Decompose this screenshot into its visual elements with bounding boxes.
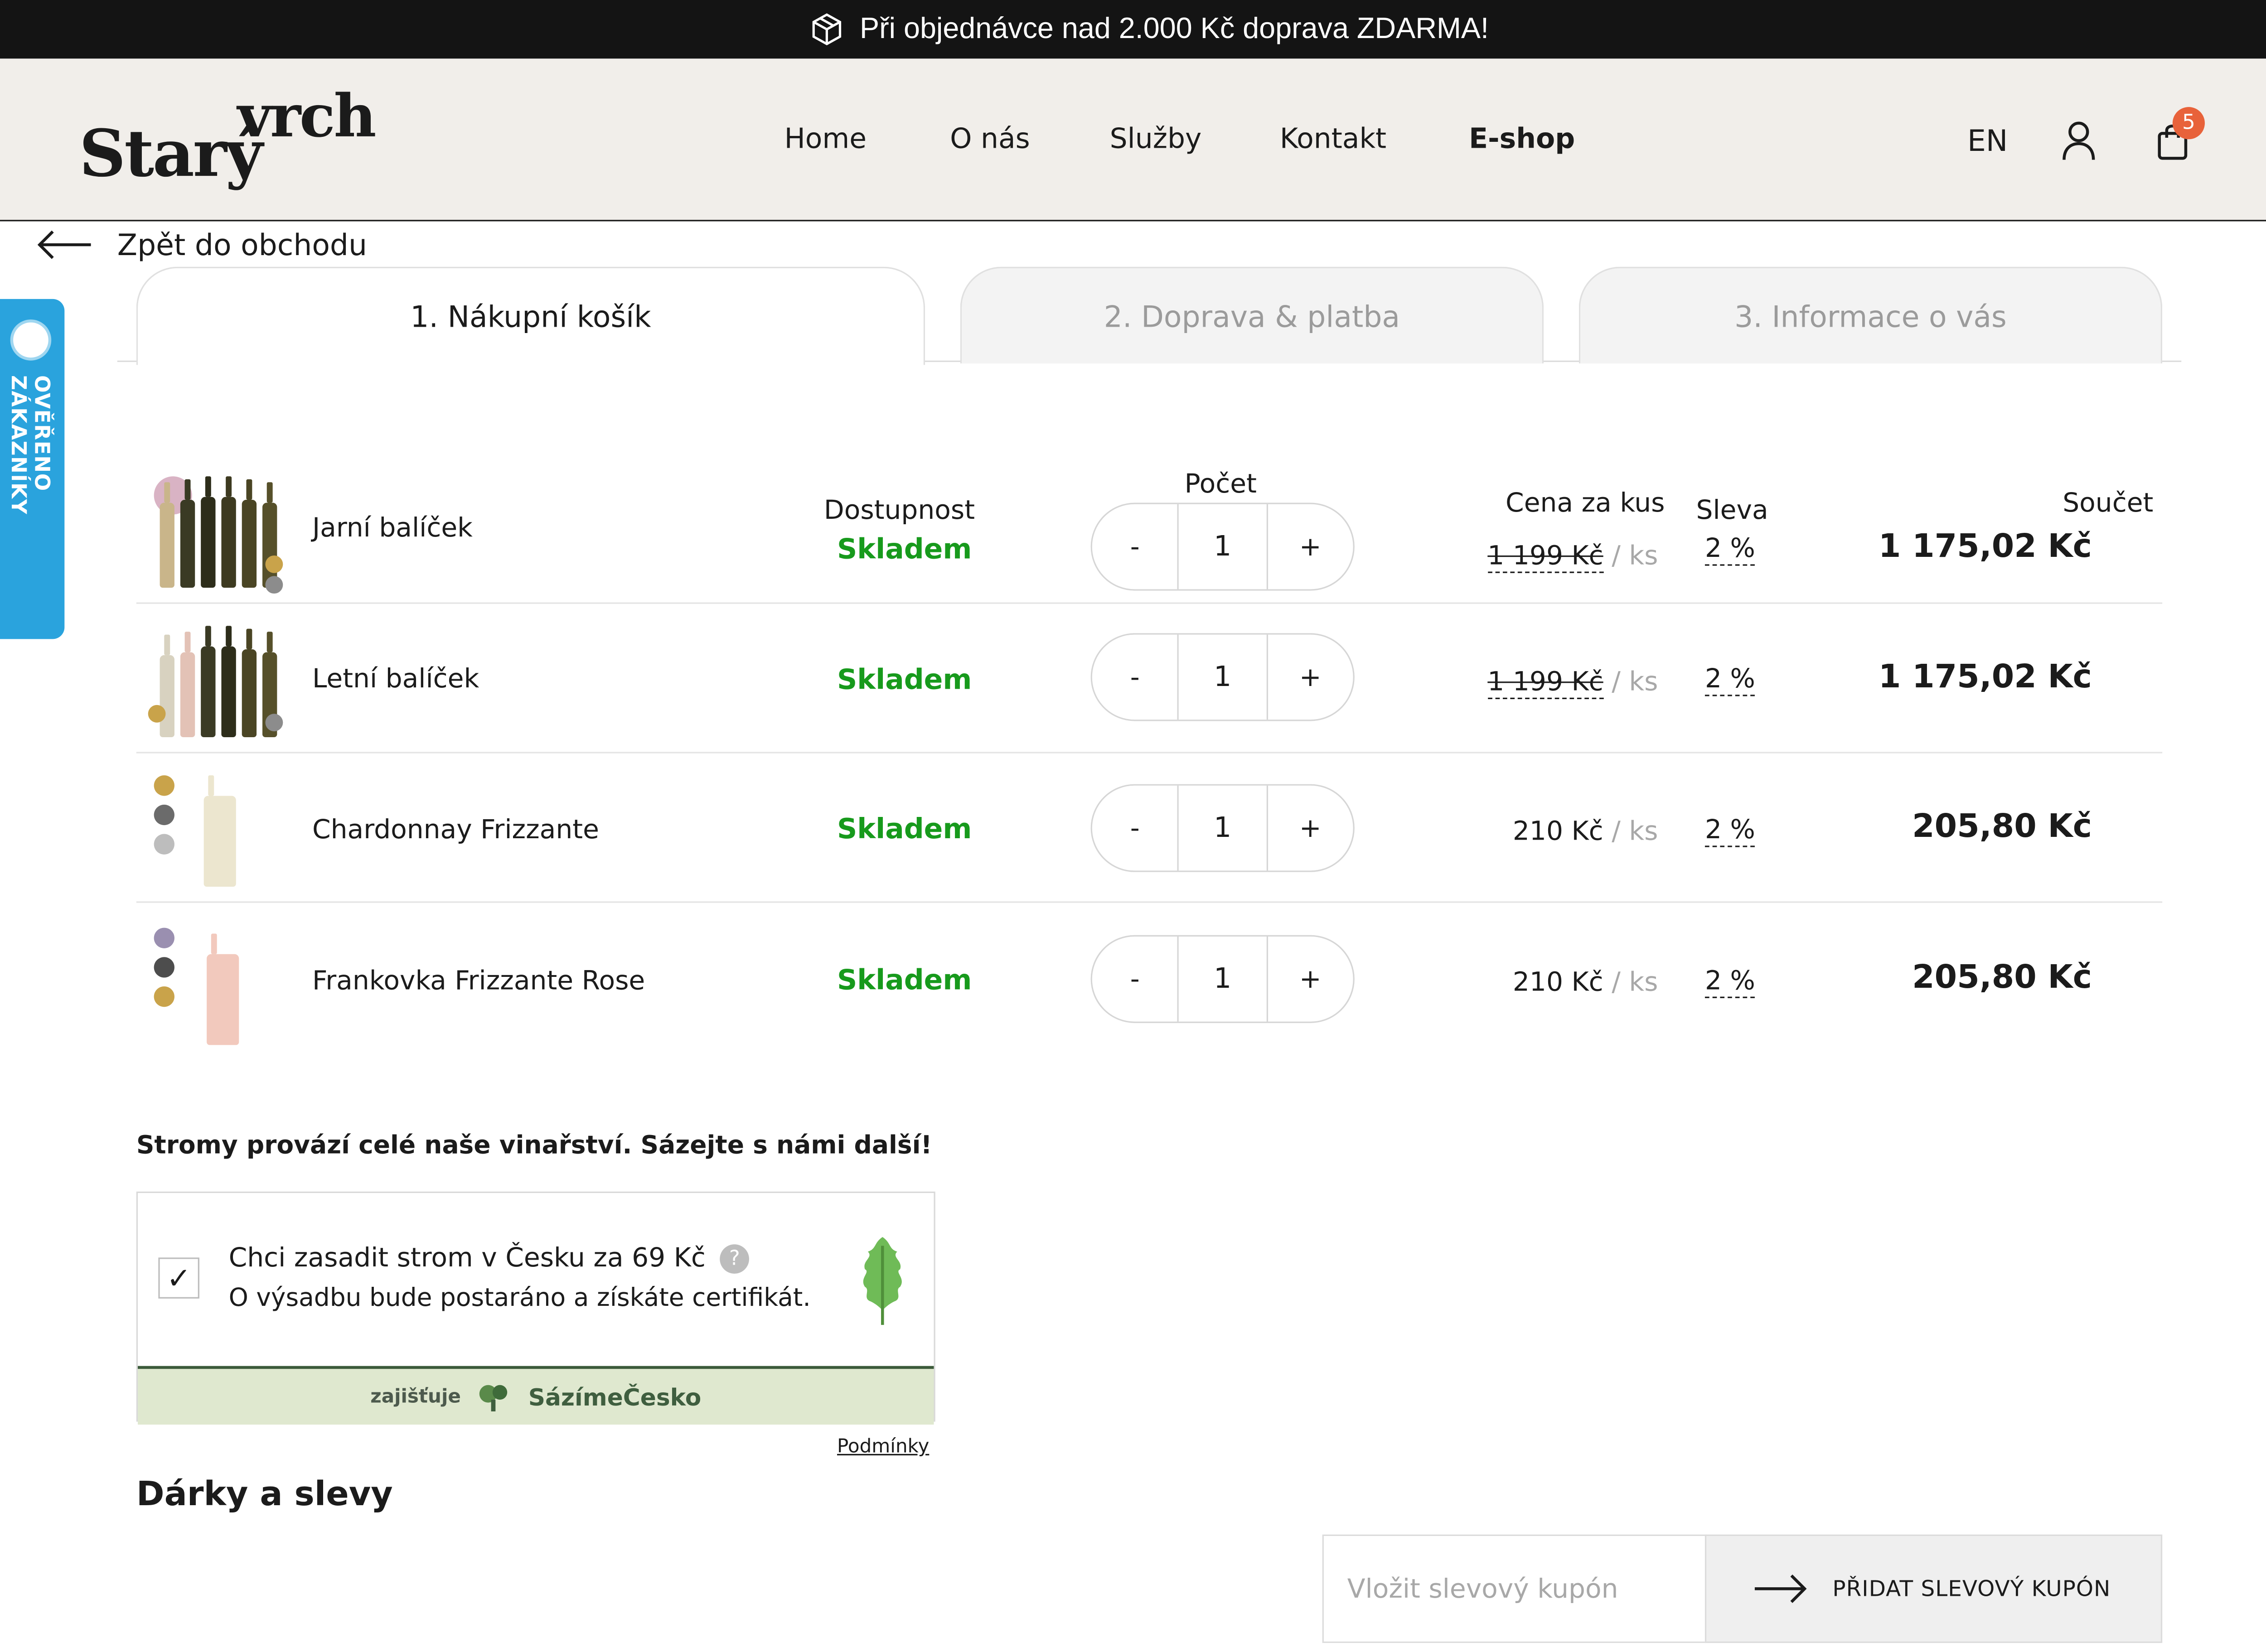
unit-price-value: 210 Kč bbox=[1512, 967, 1603, 998]
quantity-stepper: - 1 + bbox=[1090, 633, 1355, 721]
product-name[interactable]: Jarní balíček bbox=[312, 513, 473, 544]
quantity-decrease-button[interactable]: - bbox=[1092, 635, 1178, 720]
tree-section-title: Stromy provází celé naše vinařství. Sáze… bbox=[136, 1131, 932, 1161]
discount-value[interactable]: 2 % bbox=[1704, 815, 1755, 847]
per-unit-label: / ks bbox=[1612, 816, 1658, 847]
plant-tree-label: Chci zasadit strom v Česku za 69 Kč ? bbox=[229, 1243, 750, 1274]
unit-price: 1 199 Kč / ks bbox=[1487, 667, 1658, 699]
verified-label: OVĚŘENO ZÁKAZNÍKY bbox=[5, 375, 53, 515]
availability-status: Skladem bbox=[837, 813, 972, 846]
box-icon bbox=[813, 13, 842, 46]
discount-value[interactable]: 2 % bbox=[1704, 966, 1755, 998]
cart-row: Frankovka Frizzante Rose Skladem - 1 + 2… bbox=[136, 903, 2162, 1064]
cart-row: Letní balíček Skladem - 1 + 1 199 Kč / k… bbox=[136, 604, 2163, 754]
unit-price-original: 1 199 Kč bbox=[1487, 667, 1603, 699]
back-to-shop-link[interactable]: Zpět do obchodu bbox=[35, 227, 367, 262]
quantity-decrease-button[interactable]: - bbox=[1092, 504, 1178, 589]
tree-logo-icon bbox=[479, 1385, 508, 1412]
cart-count-badge: 5 bbox=[2172, 107, 2205, 140]
availability-status: Skladem bbox=[837, 533, 972, 566]
back-label: Zpět do obchodu bbox=[117, 227, 367, 263]
nav-sluzby[interactable]: Služby bbox=[1110, 123, 1202, 155]
per-unit-label: / ks bbox=[1612, 967, 1658, 998]
product-image[interactable] bbox=[145, 462, 286, 597]
plant-tree-description: O výsadbu bude postaráno a získáte certi… bbox=[228, 1284, 811, 1314]
plant-tree-box: ✓ Chci zasadit strom v Česku za 69 Kč ? … bbox=[136, 1191, 935, 1425]
quantity-stepper: - 1 + bbox=[1090, 784, 1355, 872]
quantity-input[interactable]: 1 bbox=[1177, 634, 1268, 720]
quantity-input[interactable]: 1 bbox=[1177, 785, 1268, 871]
line-total: 205,80 Kč bbox=[1912, 809, 2092, 846]
nav-kontakt[interactable]: Kontakt bbox=[1280, 123, 1386, 155]
unit-price: 210 Kč / ks bbox=[1513, 816, 1658, 847]
add-coupon-label: PŘIDAT SLEVOVÝ KUPÓN bbox=[1832, 1575, 2111, 1602]
line-total: 1 175,02 Kč bbox=[1878, 659, 2092, 696]
cart-row: Chardonnay Frizzante Skladem - 1 + 210 K… bbox=[136, 754, 2163, 903]
quantity-increase-button[interactable]: + bbox=[1268, 786, 1353, 871]
availability-status: Skladem bbox=[837, 964, 972, 997]
unit-price-value: 210 Kč bbox=[1512, 816, 1603, 847]
provider-prefix: zajišťuje bbox=[370, 1386, 461, 1408]
provider-name: SázímeČesko bbox=[528, 1382, 702, 1411]
tab-customer-info[interactable]: 3. Informace o vás bbox=[1578, 266, 2163, 364]
language-switch[interactable]: EN bbox=[1967, 123, 2008, 159]
promo-text: Při objednávce nad 2.000 Kč doprava ZDAR… bbox=[859, 12, 1489, 45]
product-image[interactable] bbox=[145, 910, 286, 1045]
arrow-left-icon bbox=[37, 230, 91, 259]
quantity-stepper: - 1 + bbox=[1090, 502, 1355, 591]
product-name[interactable]: Letní balíček bbox=[312, 664, 479, 695]
tab-cart[interactable]: 1. Nákupní košík bbox=[136, 266, 925, 365]
user-icon[interactable] bbox=[2060, 120, 2098, 161]
promo-bar: Při objednávce nad 2.000 Kč doprava ZDAR… bbox=[0, 0, 2266, 59]
product-name[interactable]: Frankovka Frizzante Rose bbox=[312, 966, 645, 997]
verified-customers-badge[interactable]: OVĚŘENO ZÁKAZNÍKY bbox=[0, 299, 65, 639]
plant-tree-checkbox[interactable]: ✓ bbox=[158, 1257, 199, 1299]
line-total: 205,80 Kč bbox=[1912, 960, 2092, 997]
help-icon[interactable]: ? bbox=[720, 1244, 750, 1274]
quantity-stepper: - 1 + bbox=[1090, 935, 1355, 1023]
quantity-increase-button[interactable]: + bbox=[1268, 504, 1353, 589]
quantity-input[interactable]: 1 bbox=[1177, 936, 1268, 1022]
discount-value[interactable]: 2 % bbox=[1704, 533, 1755, 566]
product-image[interactable] bbox=[145, 611, 286, 746]
coupon-input[interactable]: Vložit slevový kupón bbox=[1322, 1534, 1707, 1643]
cart-row: Jarní balíček Skladem - 1 + 1 199 Kč / k… bbox=[136, 454, 2163, 604]
discount-value[interactable]: 2 % bbox=[1704, 664, 1755, 696]
gifts-title: Dárky a slevy bbox=[136, 1476, 393, 1514]
availability-status: Skladem bbox=[837, 664, 972, 696]
tab-shipping-payment[interactable]: 2. Doprava & platba bbox=[960, 266, 1544, 364]
unit-price: 1 199 Kč / ks bbox=[1487, 541, 1658, 573]
quantity-decrease-button[interactable]: - bbox=[1092, 937, 1178, 1022]
oak-leaf-icon bbox=[863, 1237, 902, 1325]
add-coupon-button[interactable]: PŘIDAT SLEVOVÝ KUPÓN bbox=[1704, 1534, 2163, 1643]
quantity-increase-button[interactable]: + bbox=[1268, 635, 1353, 720]
nav-home[interactable]: Home bbox=[784, 123, 867, 155]
nav-o-nas[interactable]: O nás bbox=[950, 123, 1030, 155]
nav-eshop[interactable]: E-shop bbox=[1469, 123, 1575, 155]
provider-strip: zajišťuje SázímeČesko bbox=[138, 1366, 934, 1425]
unit-price-original: 1 199 Kč bbox=[1487, 541, 1603, 573]
site-header: Starý vrch Home O nás Služby Kontakt E-s… bbox=[0, 58, 2266, 222]
per-unit-label: / ks bbox=[1612, 667, 1658, 698]
arrow-right-icon bbox=[1754, 1575, 1807, 1603]
quantity-increase-button[interactable]: + bbox=[1268, 937, 1353, 1022]
logo-line2: vrch bbox=[237, 82, 377, 151]
logo-line1: Starý bbox=[79, 117, 263, 192]
verified-seal-icon bbox=[10, 319, 52, 361]
product-image[interactable] bbox=[145, 761, 286, 896]
per-unit-label: / ks bbox=[1612, 541, 1658, 572]
quantity-input[interactable]: 1 bbox=[1177, 504, 1268, 589]
plant-tree-text: Chci zasadit strom v Česku za 69 Kč bbox=[228, 1243, 706, 1274]
unit-price: 210 Kč / ks bbox=[1513, 967, 1658, 998]
terms-link[interactable]: Podmínky bbox=[837, 1436, 929, 1459]
product-name[interactable]: Chardonnay Frizzante bbox=[312, 815, 599, 845]
line-total: 1 175,02 Kč bbox=[1878, 529, 2092, 566]
quantity-decrease-button[interactable]: - bbox=[1092, 786, 1178, 871]
